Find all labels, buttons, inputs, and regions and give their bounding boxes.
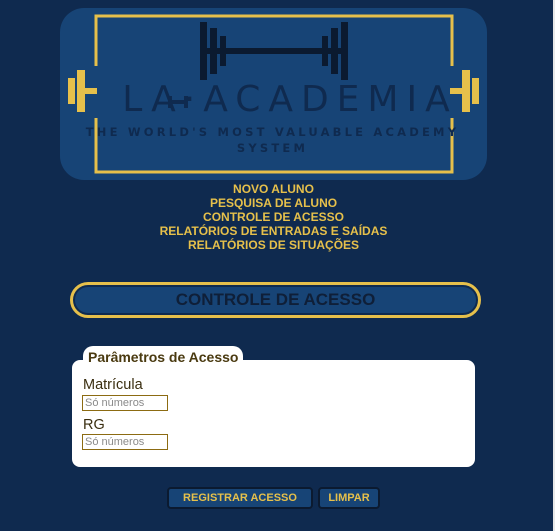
rg-label: RG bbox=[83, 417, 105, 433]
nav-controle-acesso[interactable]: CONTROLE DE ACESSO bbox=[0, 210, 547, 224]
register-access-button[interactable]: REGISTRAR ACESSO bbox=[167, 487, 313, 509]
nav-relatorios-situacoes[interactable]: RELATÓRIOS DE SITUAÇÕES bbox=[0, 238, 547, 252]
section-title: CONTROLE DE ACESSO bbox=[175, 290, 376, 309]
section-title-bar: CONTROLE DE ACESSO bbox=[70, 282, 481, 318]
rg-input[interactable] bbox=[82, 434, 168, 450]
logo-title: LA·ACADEMIA bbox=[122, 79, 458, 120]
nav-novo-aluno[interactable]: NOVO ALUNO bbox=[0, 182, 547, 196]
matricula-input[interactable] bbox=[82, 395, 168, 411]
main-nav: NOVO ALUNO PESQUISA DE ALUNO CONTROLE DE… bbox=[0, 182, 547, 252]
nav-relatorios-entradas-saidas[interactable]: RELATÓRIOS DE ENTRADAS E SAÍDAS bbox=[0, 224, 547, 238]
nav-pesquisa-aluno[interactable]: PESQUISA DE ALUNO bbox=[0, 196, 547, 210]
access-parameters-legend: Parâmetros de Acesso bbox=[83, 346, 244, 368]
app-window: LA·ACADEMIA THE WORLD'S MOST VALUABLE AC… bbox=[0, 0, 555, 531]
logo-subtitle: THE WORLD'S MOST VALUABLE ACADEMY SYSTEM bbox=[85, 125, 460, 155]
academy-logo: LA·ACADEMIA THE WORLD'S MOST VALUABLE AC… bbox=[60, 8, 487, 180]
clear-button[interactable]: LIMPAR bbox=[318, 487, 380, 509]
matricula-label: Matrícula bbox=[83, 377, 143, 393]
